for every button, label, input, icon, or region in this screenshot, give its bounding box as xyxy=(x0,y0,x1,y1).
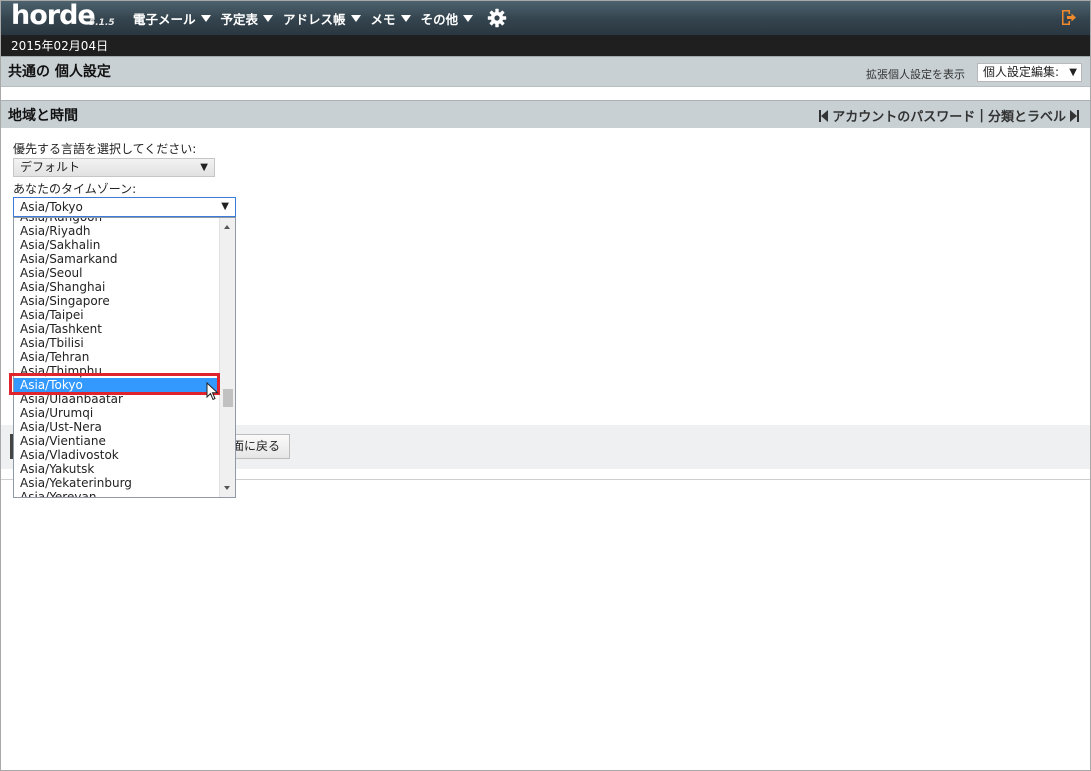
dropdown-arrow-icon: ▼ xyxy=(1069,67,1077,78)
timezone-option[interactable]: Asia/Ust-Nera xyxy=(14,420,219,434)
timezone-option[interactable]: Asia/Vientiane xyxy=(14,434,219,448)
timezone-option[interactable]: Asia/Yekaterinburg xyxy=(14,476,219,490)
menu-calendar-label: 予定表 xyxy=(220,11,259,27)
caret-down-icon xyxy=(200,14,211,22)
menu-mail-label: 電子メール xyxy=(133,11,196,27)
language-label: 優先する言語を選択してください: xyxy=(13,142,197,156)
timezone-dropdown-list[interactable]: Asia/Rangoon Asia/Riyadh Asia/Sakhalin Asia… xyxy=(13,217,236,498)
language-select-value: デフォルト xyxy=(20,160,81,174)
menu-others-label: その他 xyxy=(420,11,459,27)
dropdown-arrow-icon: ▼ xyxy=(200,162,208,173)
date-bar: 2015年02月04日 xyxy=(0,36,1091,56)
timezone-option[interactable]: Asia/Shanghai xyxy=(14,280,219,294)
preferences-edit-value: 個人設定編集: xyxy=(983,65,1060,79)
section-navigation: アカウントのパスワード | 分類とラベル xyxy=(819,106,1079,125)
menu-address-book[interactable]: アドレス帳 xyxy=(283,9,361,28)
horde-logo[interactable]: horde 5.1.5 xyxy=(11,0,115,31)
nav-separator: | xyxy=(979,108,984,123)
timezone-option[interactable]: Asia/Yakutsk xyxy=(14,462,219,476)
timezone-label: あなたのタイムゾーン: xyxy=(13,182,137,196)
menu-notes[interactable]: メモ xyxy=(371,9,411,28)
back-button-label: 面に戻る xyxy=(231,439,280,453)
language-select[interactable]: デフォルト ▼ xyxy=(13,158,215,177)
timezone-option[interactable]: Asia/Yerevan xyxy=(14,490,219,497)
timezone-option[interactable]: Asia/Thimphu xyxy=(14,364,219,378)
caret-down-icon xyxy=(400,14,411,22)
timezone-option[interactable]: Asia/Urumqi xyxy=(14,406,219,420)
dropdown-scrollbar[interactable] xyxy=(219,218,235,497)
last-page-icon[interactable] xyxy=(1070,109,1079,122)
timezone-option[interactable]: Asia/Ulaanbaatar xyxy=(14,392,219,406)
advanced-preferences-link[interactable]: 拡張個人設定を表示 xyxy=(866,66,965,82)
timezone-option[interactable]: Asia/Sakhalin xyxy=(14,238,219,252)
timezone-option[interactable]: Asia/Tbilisi xyxy=(14,336,219,350)
main-menu: 電子メール 予定表 アドレス帳 メモ その他 xyxy=(133,0,507,36)
scroll-down-icon[interactable] xyxy=(224,486,230,490)
timezone-option[interactable]: Asia/Samarkand xyxy=(14,252,219,266)
timezone-select[interactable]: Asia/Tokyo ▼ xyxy=(13,197,236,217)
timezone-option[interactable]: Asia/Rangoon xyxy=(14,218,219,224)
scroll-thumb[interactable] xyxy=(223,389,233,407)
version-label: 5.1.5 xyxy=(89,18,115,28)
timezone-option[interactable]: Asia/Tashkent xyxy=(14,322,219,336)
timezone-option-selected[interactable]: Asia/Tokyo xyxy=(14,378,219,392)
menu-mail[interactable]: 電子メール xyxy=(133,9,211,28)
caret-down-icon xyxy=(350,14,361,22)
timezone-option[interactable]: Asia/Riyadh xyxy=(14,224,219,238)
dropdown-arrow-icon: ▼ xyxy=(221,201,229,212)
scroll-up-icon[interactable] xyxy=(224,225,230,229)
timezone-select-value: Asia/Tokyo xyxy=(20,200,83,214)
first-page-icon[interactable] xyxy=(819,109,829,122)
nav-prev-link[interactable]: アカウントのパスワード xyxy=(832,106,975,125)
timezone-option[interactable]: Asia/Taipei xyxy=(14,308,219,322)
timezone-option[interactable]: Asia/Tehran xyxy=(14,350,219,364)
caret-down-icon xyxy=(263,14,274,22)
caret-down-icon xyxy=(463,14,474,22)
top-navigation-bar: horde 5.1.5 電子メール 予定表 アドレス帳 メモ その他 xyxy=(0,0,1091,36)
timezone-options: Asia/Rangoon Asia/Riyadh Asia/Sakhalin Asia… xyxy=(14,218,219,497)
timezone-option[interactable]: Asia/Singapore xyxy=(14,294,219,308)
preferences-header: 共通の 個人設定 拡張個人設定を表示 個人設定編集: ▼ xyxy=(0,56,1091,87)
gear-icon[interactable] xyxy=(487,8,507,28)
menu-others[interactable]: その他 xyxy=(421,9,474,28)
menu-notes-label: メモ xyxy=(370,11,396,27)
timezone-option[interactable]: Asia/Vladivostok xyxy=(14,448,219,462)
section-title: 地域と時間 xyxy=(8,108,78,124)
logout-icon[interactable] xyxy=(1061,9,1077,26)
logo-text: horde xyxy=(11,0,96,31)
nav-next-link[interactable]: 分類とラベル xyxy=(988,106,1066,125)
section-header: 地域と時間 アカウントのパスワード | 分類とラベル xyxy=(0,100,1091,128)
mouse-pointer-icon xyxy=(206,382,219,401)
menu-address-book-label: アドレス帳 xyxy=(283,11,346,27)
page-title: 共通の 個人設定 xyxy=(8,64,111,80)
preferences-edit-select[interactable]: 個人設定編集: ▼ xyxy=(977,63,1082,82)
menu-calendar[interactable]: 予定表 xyxy=(221,9,274,28)
timezone-option[interactable]: Asia/Seoul xyxy=(14,266,219,280)
